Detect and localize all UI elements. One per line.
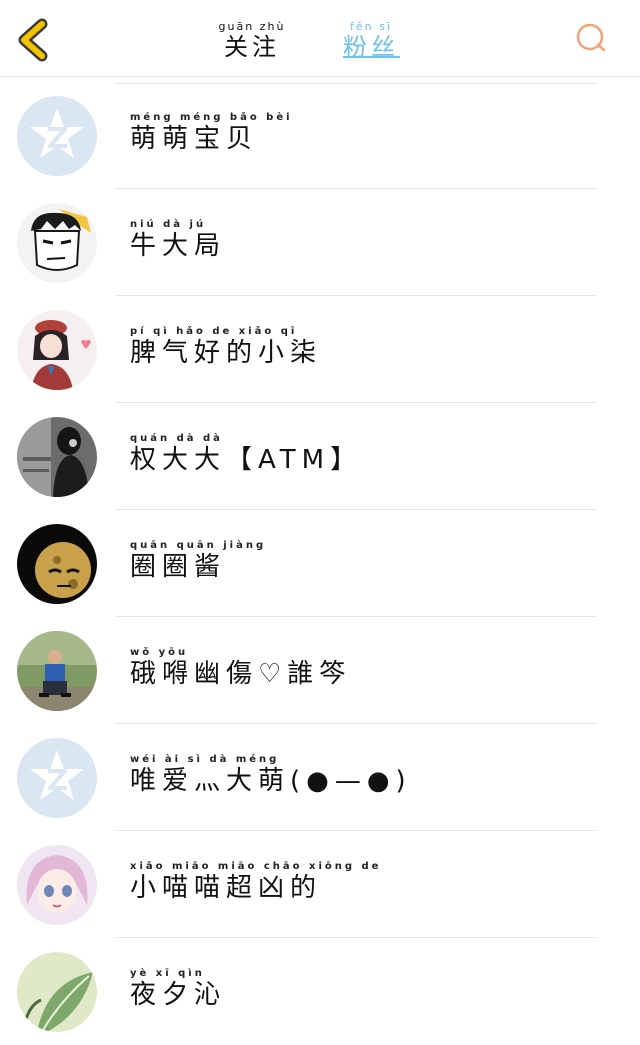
- fan-name-pinyin: niú dà jú: [130, 219, 207, 230]
- tab-fans[interactable]: fěn sī 粉丝: [316, 0, 426, 76]
- fan-list-item[interactable]: niú dà jú 牛大局: [0, 189, 640, 296]
- meme-face-avatar-icon[interactable]: [17, 524, 97, 604]
- fan-name-text: 萌萌宝贝: [130, 124, 259, 154]
- fan-name-text: 唯爱灬大萌(●—●): [130, 766, 412, 796]
- top-bar: guān zhù 关注 fěn sī 粉丝: [0, 0, 640, 77]
- fan-name-text: 权大大【ATM】: [130, 445, 363, 475]
- fan-name-pinyin: quán dà dà: [130, 433, 223, 444]
- fan-name-pinyin: pí qì hǎo de xiǎo qī: [130, 326, 298, 337]
- photo-man-avatar-icon[interactable]: [17, 631, 97, 711]
- anime-pink-avatar-icon[interactable]: [17, 845, 97, 925]
- fan-list-item[interactable]: quán dà dà 权大大【ATM】: [0, 403, 640, 510]
- fan-name-pinyin: méng méng bǎo bèi: [130, 112, 293, 123]
- fan-name-text: 夜夕沁: [130, 980, 227, 1010]
- fan-name-text: 硪嘚幽傷♡誰笒: [130, 659, 352, 689]
- dark-photo-avatar-icon[interactable]: [17, 417, 97, 497]
- tab-follow-label: 关注: [224, 33, 280, 61]
- fan-name-pinyin: wéi ài sì dà méng: [130, 754, 280, 765]
- fan-name: wǒ yōu 硪嘚幽傷♡誰笒: [130, 647, 351, 689]
- fan-name-text: 脾气好的小柒: [130, 338, 323, 368]
- tab-follow-pinyin: guān zhù: [218, 20, 286, 33]
- fan-name-pinyin: yè xī qìn: [130, 968, 205, 979]
- fan-list-item[interactable]: wǒ yōu 硪嘚幽傷♡誰笒: [0, 617, 640, 724]
- fan-name-text: 小喵喵超凶的: [130, 873, 323, 903]
- fan-name: xiǎo miāo miāo chāo xiōng de 小喵喵超凶的: [130, 861, 381, 903]
- fan-name-pinyin: quān quān jiàng: [130, 540, 267, 551]
- fan-name-pinyin: xiǎo miāo miāo chāo xiōng de: [130, 861, 382, 872]
- fan-name: niú dà jú 牛大局: [130, 219, 226, 261]
- default-avatar-icon[interactable]: [17, 738, 97, 818]
- fan-name-text: 牛大局: [130, 231, 227, 261]
- fan-list-item[interactable]: pí qì hǎo de xiǎo qī 脾气好的小柒: [0, 296, 640, 403]
- fan-name: méng méng bǎo bèi 萌萌宝贝: [130, 112, 293, 154]
- fan-name: quān quān jiàng 圈圈酱: [130, 540, 266, 582]
- fan-name-pinyin: wǒ yōu: [130, 647, 189, 658]
- cartoon-man-avatar-icon[interactable]: [17, 203, 97, 283]
- fan-name: pí qì hǎo de xiǎo qī 脾气好的小柒: [130, 326, 322, 368]
- tab-follow[interactable]: guān zhù 关注: [197, 0, 307, 76]
- fan-list-item[interactable]: yè xī qìn 夜夕沁: [0, 938, 640, 1045]
- tab-fans-pinyin: fěn sī: [350, 20, 392, 33]
- anime-girl-avatar-icon[interactable]: [17, 310, 97, 390]
- fan-list-item[interactable]: wéi ài sì dà méng 唯爱灬大萌(●—●): [0, 724, 640, 831]
- fan-name-text: 圈圈酱: [130, 552, 227, 582]
- active-tab-indicator: [343, 56, 400, 58]
- fan-list-item[interactable]: quān quān jiàng 圈圈酱: [0, 510, 640, 617]
- search-icon[interactable]: [573, 20, 609, 56]
- green-leaf-avatar-icon[interactable]: [17, 952, 97, 1032]
- fan-name: wéi ài sì dà méng 唯爱灬大萌(●—●): [130, 754, 412, 796]
- fan-name: yè xī qìn 夜夕沁: [130, 968, 226, 1010]
- fan-name: quán dà dà 权大大【ATM】: [130, 433, 362, 475]
- fan-list-item[interactable]: méng méng bǎo bèi 萌萌宝贝: [0, 82, 640, 189]
- fan-list-item[interactable]: xiǎo miāo miāo chāo xiōng de 小喵喵超凶的: [0, 831, 640, 938]
- default-avatar-icon[interactable]: [17, 96, 97, 176]
- chevron-left-icon[interactable]: [14, 18, 54, 62]
